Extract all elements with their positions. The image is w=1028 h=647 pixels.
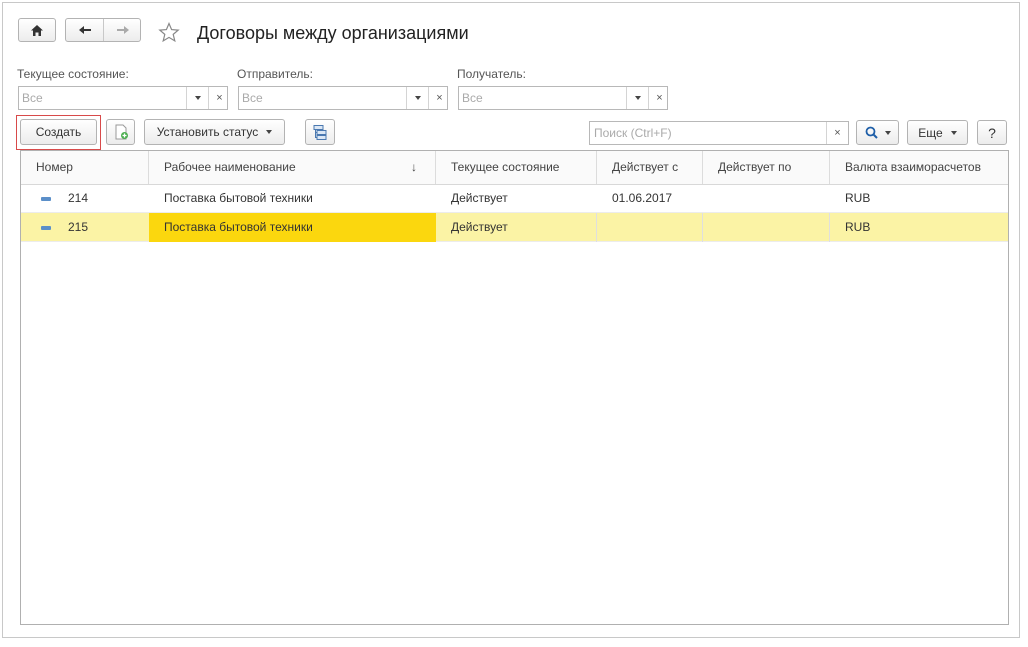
home-button[interactable] [18, 18, 56, 42]
create-button[interactable]: Создать [20, 119, 97, 145]
filter-state-field[interactable]: Все × [18, 86, 228, 110]
cell-currency: RUB [845, 220, 871, 234]
search-clear-button[interactable]: × [826, 122, 848, 144]
column-header-from[interactable]: Действует с [597, 151, 703, 184]
home-icon [31, 24, 43, 36]
create-copy-button[interactable] [106, 119, 135, 145]
page-title: Договоры между организациями [197, 23, 469, 43]
cell-number: 215 [68, 220, 89, 234]
back-button[interactable] [66, 19, 104, 41]
cell-to [703, 184, 830, 213]
set-status-label: Установить статус [156, 125, 259, 139]
chevron-down-icon [634, 96, 641, 100]
arrow-left-icon [78, 26, 91, 34]
filter-receiver-clear[interactable]: × [648, 87, 670, 109]
cell-state: Действует [451, 191, 508, 205]
item-marker-icon [41, 197, 51, 201]
star-outline-icon[interactable] [158, 22, 180, 43]
filter-label-state: Текущее состояние: [17, 67, 129, 81]
search-options-button[interactable] [856, 120, 899, 145]
more-button[interactable]: Еще [907, 120, 968, 145]
table-row[interactable]: 214 Поставка бытовой техники Действует 0… [21, 184, 1008, 213]
filter-label-receiver: Получатель: [457, 67, 526, 81]
filter-sender-clear[interactable]: × [428, 87, 450, 109]
set-status-button[interactable]: Установить статус [144, 119, 285, 145]
filter-label-sender: Отправитель: [237, 67, 313, 81]
cell-name: Поставка бытовой техники [164, 191, 313, 205]
cell-to [703, 213, 830, 242]
column-header-number[interactable]: Номер [21, 151, 149, 184]
item-marker-icon [41, 226, 51, 230]
hierarchy-icon [313, 125, 327, 140]
chevron-down-icon [266, 130, 273, 134]
filter-sender-field[interactable]: Все × [238, 86, 448, 110]
filter-state-dropdown[interactable] [186, 87, 208, 109]
app-window: Договоры между организациями Текущее сос… [2, 2, 1020, 638]
table-row-selected[interactable]: 215 Поставка бытовой техники Действует R… [21, 213, 1008, 242]
arrow-right-icon [116, 26, 129, 34]
column-header-name-label: Рабочее наименование [164, 160, 296, 174]
cell-from [597, 213, 703, 242]
filter-sender-dropdown[interactable] [406, 87, 428, 109]
cell-currency: RUB [845, 191, 871, 205]
cell-name-focused: Поставка бытовой техники [149, 213, 436, 242]
cell-from: 01.06.2017 [612, 191, 673, 205]
column-header-state[interactable]: Текущее состояние [436, 151, 597, 184]
table-header: Номер Рабочее наименование ↓ Текущее сос… [21, 151, 1008, 185]
hierarchy-button[interactable] [305, 119, 335, 145]
filter-receiver-field[interactable]: Все × [458, 86, 668, 110]
forward-button[interactable] [104, 19, 141, 41]
filter-sender-value: Все [242, 91, 263, 105]
more-label: Еще [918, 125, 943, 140]
chevron-down-icon [884, 130, 891, 135]
search-field[interactable]: Поиск (Ctrl+F) × [589, 121, 849, 145]
contracts-table[interactable]: Номер Рабочее наименование ↓ Текущее сос… [20, 150, 1009, 625]
chevron-down-icon [194, 96, 201, 100]
filter-receiver-dropdown[interactable] [626, 87, 648, 109]
document-add-icon [115, 124, 128, 140]
search-placeholder: Поиск (Ctrl+F) [594, 126, 672, 140]
filter-state-clear[interactable]: × [208, 87, 230, 109]
help-button[interactable]: ? [977, 120, 1007, 145]
search-icon [865, 126, 878, 139]
column-header-name[interactable]: Рабочее наименование ↓ [149, 151, 436, 184]
column-header-to[interactable]: Действует по [703, 151, 830, 184]
history-nav-group [65, 18, 141, 42]
column-header-currency[interactable]: Валюта взаиморасчетов [830, 151, 1008, 184]
cell-number: 214 [68, 191, 89, 205]
cell-state: Действует [436, 213, 597, 242]
sort-down-icon: ↓ [411, 160, 417, 174]
filter-receiver-value: Все [462, 91, 483, 105]
filter-state-value: Все [22, 91, 43, 105]
chevron-down-icon [950, 130, 957, 135]
chevron-down-icon [414, 96, 421, 100]
